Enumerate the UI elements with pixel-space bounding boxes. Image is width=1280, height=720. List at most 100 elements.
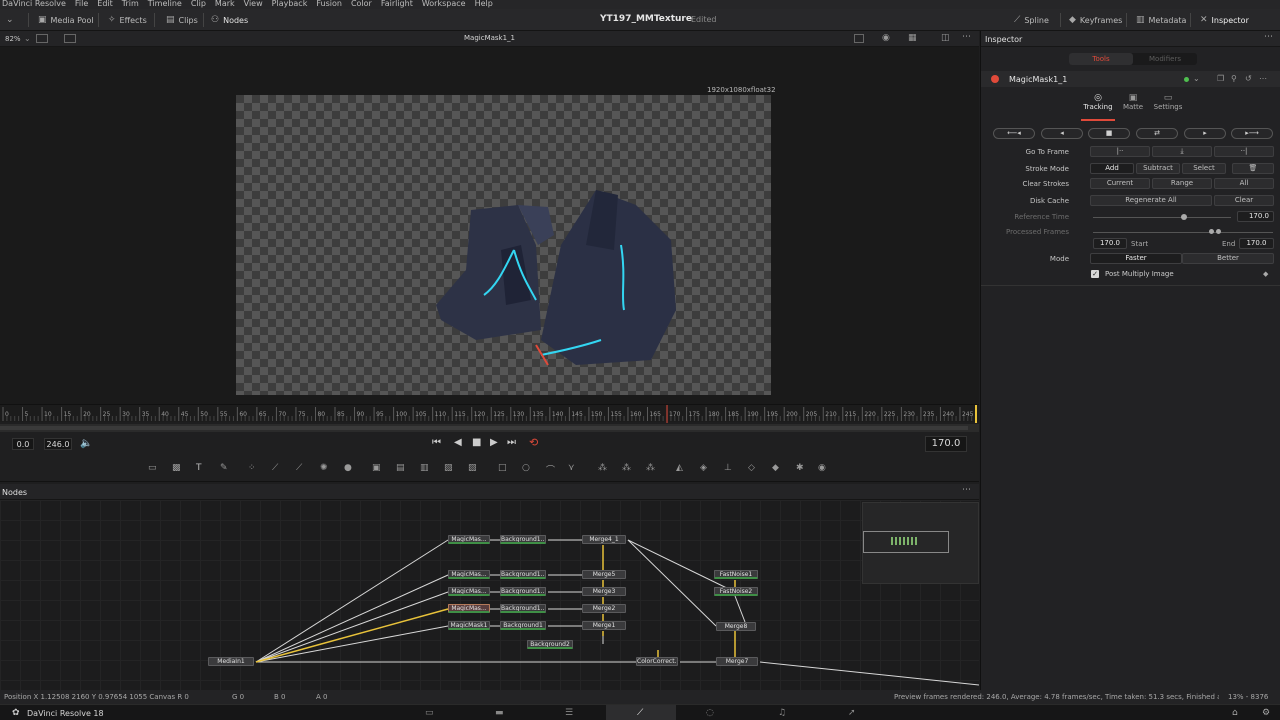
node-merge[interactable]: Merge3 [582, 587, 626, 596]
node-merge[interactable]: Merge2 [582, 604, 626, 613]
zoom-dropdown[interactable]: 82% [5, 35, 21, 43]
fairlight-page-icon[interactable]: ♫ [778, 708, 786, 718]
resize-tool-icon[interactable]: ▧ [444, 463, 453, 473]
stroke-add-button[interactable]: Add [1090, 163, 1134, 174]
node-merge[interactable]: Merge8 [716, 622, 756, 631]
node-colorcorrector[interactable]: ColorCorrect... [636, 657, 678, 666]
node-merge[interactable]: Merge5 [582, 570, 626, 579]
more-options-icon[interactable]: ⋯ [962, 485, 971, 495]
viewer-tools-icon[interactable] [854, 34, 864, 43]
node-enable-toggle[interactable] [991, 75, 999, 83]
tab-modifiers[interactable]: Modifiers [1133, 53, 1197, 65]
color-tool-icon[interactable]: ⟋ [296, 463, 302, 473]
viewer-canvas[interactable] [236, 95, 771, 395]
node-navigator[interactable] [862, 502, 979, 584]
node-fastnoise[interactable]: FastNoise1 [714, 570, 758, 579]
node-magicmask[interactable]: MagicMas... [448, 535, 490, 544]
rectangle-mask-icon[interactable]: □ [498, 463, 507, 473]
viewer[interactable]: 1920x1080xfloat32 [0, 47, 979, 404]
media-page-icon[interactable]: ▭ [425, 708, 434, 718]
node-merge[interactable]: Merge1 [582, 621, 626, 630]
blur-tool-icon[interactable]: ⟋ [272, 463, 278, 473]
menu-fusion[interactable]: Fusion [316, 0, 342, 9]
paint-tool-icon[interactable]: ▩ [172, 463, 181, 473]
go-to-first-frame-button[interactable]: |·· [1090, 146, 1150, 157]
polygon-mask-icon[interactable]: ⌒ [546, 463, 555, 476]
more-options-icon[interactable]: ⋯ [962, 32, 971, 42]
track-backward-button[interactable]: ◂ [1041, 128, 1083, 139]
text-tool-icon[interactable]: T [196, 463, 202, 473]
processed-end-field[interactable]: 170.0 [1239, 238, 1274, 249]
regenerate-all-button[interactable]: Regenerate All [1090, 195, 1212, 206]
skip-to-end-icon[interactable]: ⏭ [507, 437, 516, 448]
node-background[interactable]: Background1... [500, 570, 546, 579]
split-view-icon[interactable]: ◫ [941, 33, 950, 43]
node-mediain[interactable]: MediaIn1 [208, 657, 254, 666]
go-to-last-frame-button[interactable]: ··| [1214, 146, 1274, 157]
menu-help[interactable]: Help [475, 0, 493, 9]
viewer-layout-icon[interactable] [64, 34, 76, 43]
node-merge[interactable]: Merge7 [716, 657, 758, 666]
drop-tool-icon[interactable]: ● [344, 463, 352, 473]
timeline-range-bar[interactable] [0, 424, 979, 432]
menu-color[interactable]: Color [351, 0, 372, 9]
tab-tools[interactable]: Tools [1069, 53, 1133, 65]
processed-start-handle[interactable] [1209, 229, 1214, 234]
node-magicmask[interactable]: MagicMask1 [448, 621, 490, 630]
particle-render-icon[interactable]: ⁂ [622, 463, 631, 473]
menu-mark[interactable]: Mark [215, 0, 235, 9]
cut-page-icon[interactable]: ▬ [495, 708, 504, 718]
node-editor[interactable]: MagicMas... MagicMas... MagicMas... Magi… [0, 500, 979, 690]
loader-tool-icon[interactable]: ▤ [396, 463, 405, 473]
go-to-reference-button[interactable]: ⤓ [1152, 146, 1212, 157]
post-multiply-checkbox[interactable]: ✓ [1091, 270, 1099, 278]
color-wheel-icon[interactable]: ◉ [882, 33, 890, 43]
menu-edit[interactable]: Edit [97, 0, 113, 9]
camera3d-icon[interactable]: ⊥ [724, 463, 732, 473]
home-icon[interactable]: ⌂ [1232, 708, 1238, 718]
time-ruler[interactable]: 0 5 10 15 20 25 30 35 40 45 50 55 60 65 70 75 80 85 90 95 10… [0, 404, 979, 423]
clear-cache-button[interactable]: Clear [1214, 195, 1274, 206]
menu-playback[interactable]: Playback [272, 0, 308, 9]
menu-fairlight[interactable]: Fairlight [381, 0, 413, 9]
particle-emitter-icon[interactable]: ⁂ [598, 463, 607, 473]
skip-to-start-icon[interactable]: ⏮ [432, 437, 441, 448]
subtab-matte[interactable]: ▣ Matte [1118, 93, 1148, 121]
deliver-page-icon[interactable]: ➚ [848, 708, 856, 718]
menu-app[interactable]: DaVinci Resolve [2, 0, 66, 9]
grid-icon[interactable]: ▦ [908, 33, 917, 43]
node-background[interactable]: Background1 [500, 621, 546, 630]
chevron-down-icon[interactable]: ⌄ [24, 34, 31, 43]
play-icon[interactable]: ▶ [490, 437, 498, 448]
menu-file[interactable]: File [75, 0, 88, 9]
fusion-page-tab[interactable]: ⟋ [606, 705, 676, 720]
processed-start-field[interactable]: 170.0 [1093, 238, 1127, 249]
text3d-icon[interactable]: ◈ [700, 463, 707, 473]
merge3d-icon[interactable]: ◇ [748, 463, 755, 473]
brightness-tool-icon[interactable]: ✺ [320, 463, 328, 473]
mode-faster-button[interactable]: Faster [1090, 253, 1182, 264]
track-to-end-button[interactable]: ▸⟶ [1231, 128, 1273, 139]
stroke-select-button[interactable]: Select [1182, 163, 1226, 174]
settings-gear-icon[interactable]: ⚙ [1262, 708, 1270, 718]
transform-tool-icon[interactable]: ▨ [468, 463, 477, 473]
keyframe-diamond-icon[interactable]: ◆ [1263, 267, 1268, 281]
menu-trim[interactable]: Trim [122, 0, 139, 9]
subtab-settings[interactable]: ▭ Settings [1150, 93, 1186, 121]
node-fastnoise[interactable]: FastNoise2 [714, 587, 758, 596]
merge-tool-icon[interactable]: ▣ [372, 463, 381, 473]
node-background[interactable]: Background1... [500, 535, 546, 544]
viewer-options-icon[interactable] [36, 34, 48, 43]
effects-button[interactable]: ✧ Effects [108, 13, 147, 27]
particles-tool-icon[interactable]: ⁘ [248, 463, 256, 473]
node-background[interactable]: Background2 [527, 640, 573, 649]
render-end-field[interactable]: 246.0 [44, 438, 72, 450]
current-frame-field[interactable]: 170.0 [925, 436, 967, 452]
audio-icon[interactable]: 🔈 [80, 438, 92, 449]
node-magicmask[interactable]: MagicMas... [448, 570, 490, 579]
stroke-subtract-button[interactable]: Subtract [1136, 163, 1180, 174]
more-options-icon[interactable]: ⋯ [1259, 74, 1267, 83]
menu-clip[interactable]: Clip [191, 0, 206, 9]
delete-stroke-button[interactable]: 🗑 [1232, 163, 1274, 174]
menu-timeline[interactable]: Timeline [148, 0, 182, 9]
